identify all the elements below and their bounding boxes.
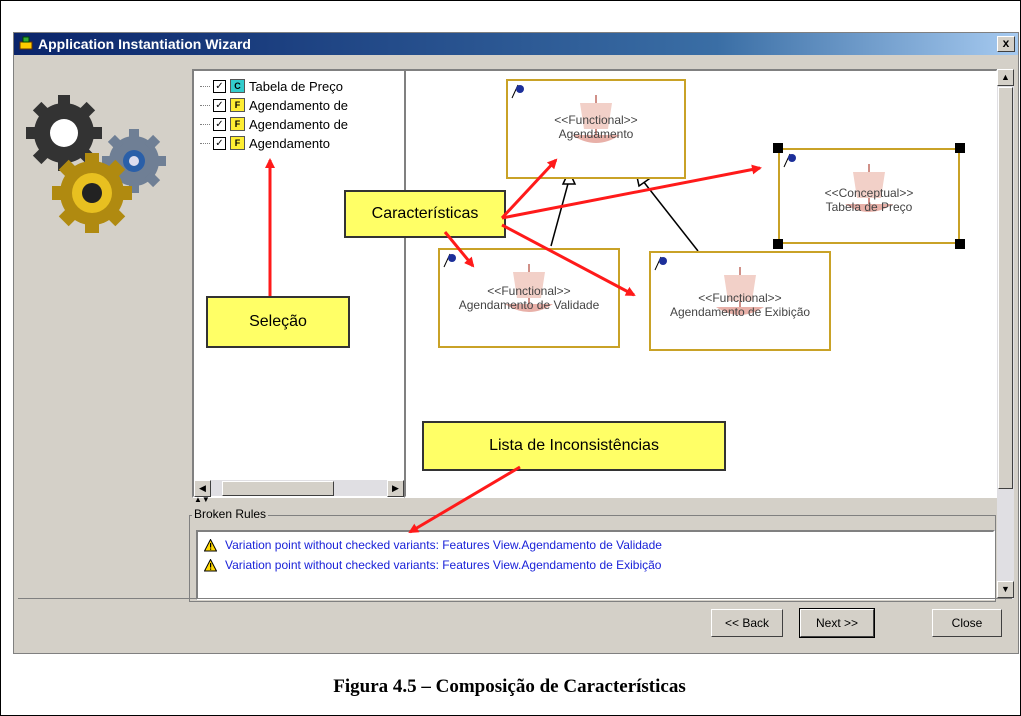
flag-icon [443, 253, 456, 268]
broken-rules-title: Broken Rules [192, 507, 269, 521]
tree-checkbox[interactable]: ✓ [213, 79, 226, 93]
figure-caption: Figura 4.5 – Composição de Característic… [333, 676, 686, 697]
next-button[interactable]: Next >> [799, 608, 875, 638]
scroll-up-icon[interactable]: ▲ [997, 69, 1014, 86]
tree-checkbox[interactable]: ✓ [213, 136, 226, 150]
functional-icon: F [230, 117, 245, 131]
gears-logo-icon [26, 95, 166, 233]
warning-icon [204, 558, 217, 571]
feature-tree-panel[interactable]: ✓ C Tabela de Preço ✓ F Agendamento de ✓… [192, 69, 406, 498]
tree-checkbox[interactable]: ✓ [213, 98, 226, 112]
rule-text: Variation point without checked variants… [225, 558, 662, 572]
tree-item-label: Tabela de Preço [249, 78, 343, 94]
diagram-node-selected[interactable]: <<Conceptual>> Tabela de Preço [773, 143, 965, 249]
window-close-button[interactable]: x [997, 36, 1015, 52]
resize-handle[interactable] [955, 239, 965, 249]
tree-horizontal-scrollbar[interactable]: ◀ ▶ [194, 480, 404, 497]
tree-item[interactable]: ✓ F Agendamento de [200, 115, 348, 133]
wizard-window: Application Instantiation Wizard x ✓ C T… [13, 32, 1019, 654]
scroll-thumb[interactable] [222, 481, 334, 496]
title-bar[interactable]: Application Instantiation Wizard x [14, 33, 1018, 55]
callout-selecao: Seleção [206, 296, 350, 348]
wizard-button-bar: << Back Next >> Close [18, 598, 1012, 649]
vertical-scrollbar[interactable]: ▲ ▼ [997, 69, 1014, 599]
tree-item[interactable]: ✓ F Agendamento de [200, 96, 348, 114]
window-title: Application Instantiation Wizard [38, 36, 251, 52]
warning-icon [204, 538, 217, 551]
resize-handle[interactable] [955, 143, 965, 153]
conceptual-icon: C [230, 79, 245, 93]
scroll-down-icon[interactable]: ▼ [997, 581, 1014, 598]
flag-icon [511, 84, 524, 99]
back-button[interactable]: << Back [711, 609, 783, 637]
splitter-arrows-icon[interactable]: ▲▼ [194, 495, 210, 504]
diagram-node[interactable]: <<Functional>> Agendamento de Validade [438, 248, 620, 348]
resize-handle[interactable] [773, 239, 783, 249]
diagram-node[interactable]: <<Functional>> Agendamento de Exibição [649, 251, 831, 351]
broken-rules-list[interactable]: Variation point without checked variants… [196, 530, 995, 600]
tree-checkbox[interactable]: ✓ [213, 117, 226, 131]
callout-lista-inconsistencias: Lista de Inconsistências [422, 421, 726, 471]
list-item[interactable]: Variation point without checked variants… [204, 536, 662, 554]
callout-caracteristicas: Características [344, 190, 506, 238]
functional-icon: F [230, 136, 245, 150]
scroll-right-icon[interactable]: ▶ [387, 480, 404, 497]
tree-item[interactable]: ✓ F Agendamento [200, 134, 330, 152]
flag-icon [654, 256, 667, 271]
diagram-node[interactable]: <<Functional>> Agendamento [506, 79, 686, 179]
scroll-thumb[interactable] [998, 87, 1013, 489]
tree-item[interactable]: ✓ C Tabela de Preço [200, 77, 343, 95]
close-button[interactable]: Close [932, 609, 1002, 637]
resize-handle[interactable] [773, 143, 783, 153]
rule-text: Variation point without checked variants… [225, 538, 662, 552]
functional-icon: F [230, 98, 245, 112]
tree-item-label: Agendamento [249, 135, 330, 151]
tree-item-label: Agendamento de [249, 116, 349, 132]
flag-icon [783, 153, 796, 168]
broken-rules-group: Broken Rules Variation point without che… [189, 507, 996, 602]
app-icon [19, 36, 33, 50]
list-item[interactable]: Variation point without checked variants… [204, 556, 661, 574]
tree-item-label: Agendamento de [249, 97, 349, 113]
